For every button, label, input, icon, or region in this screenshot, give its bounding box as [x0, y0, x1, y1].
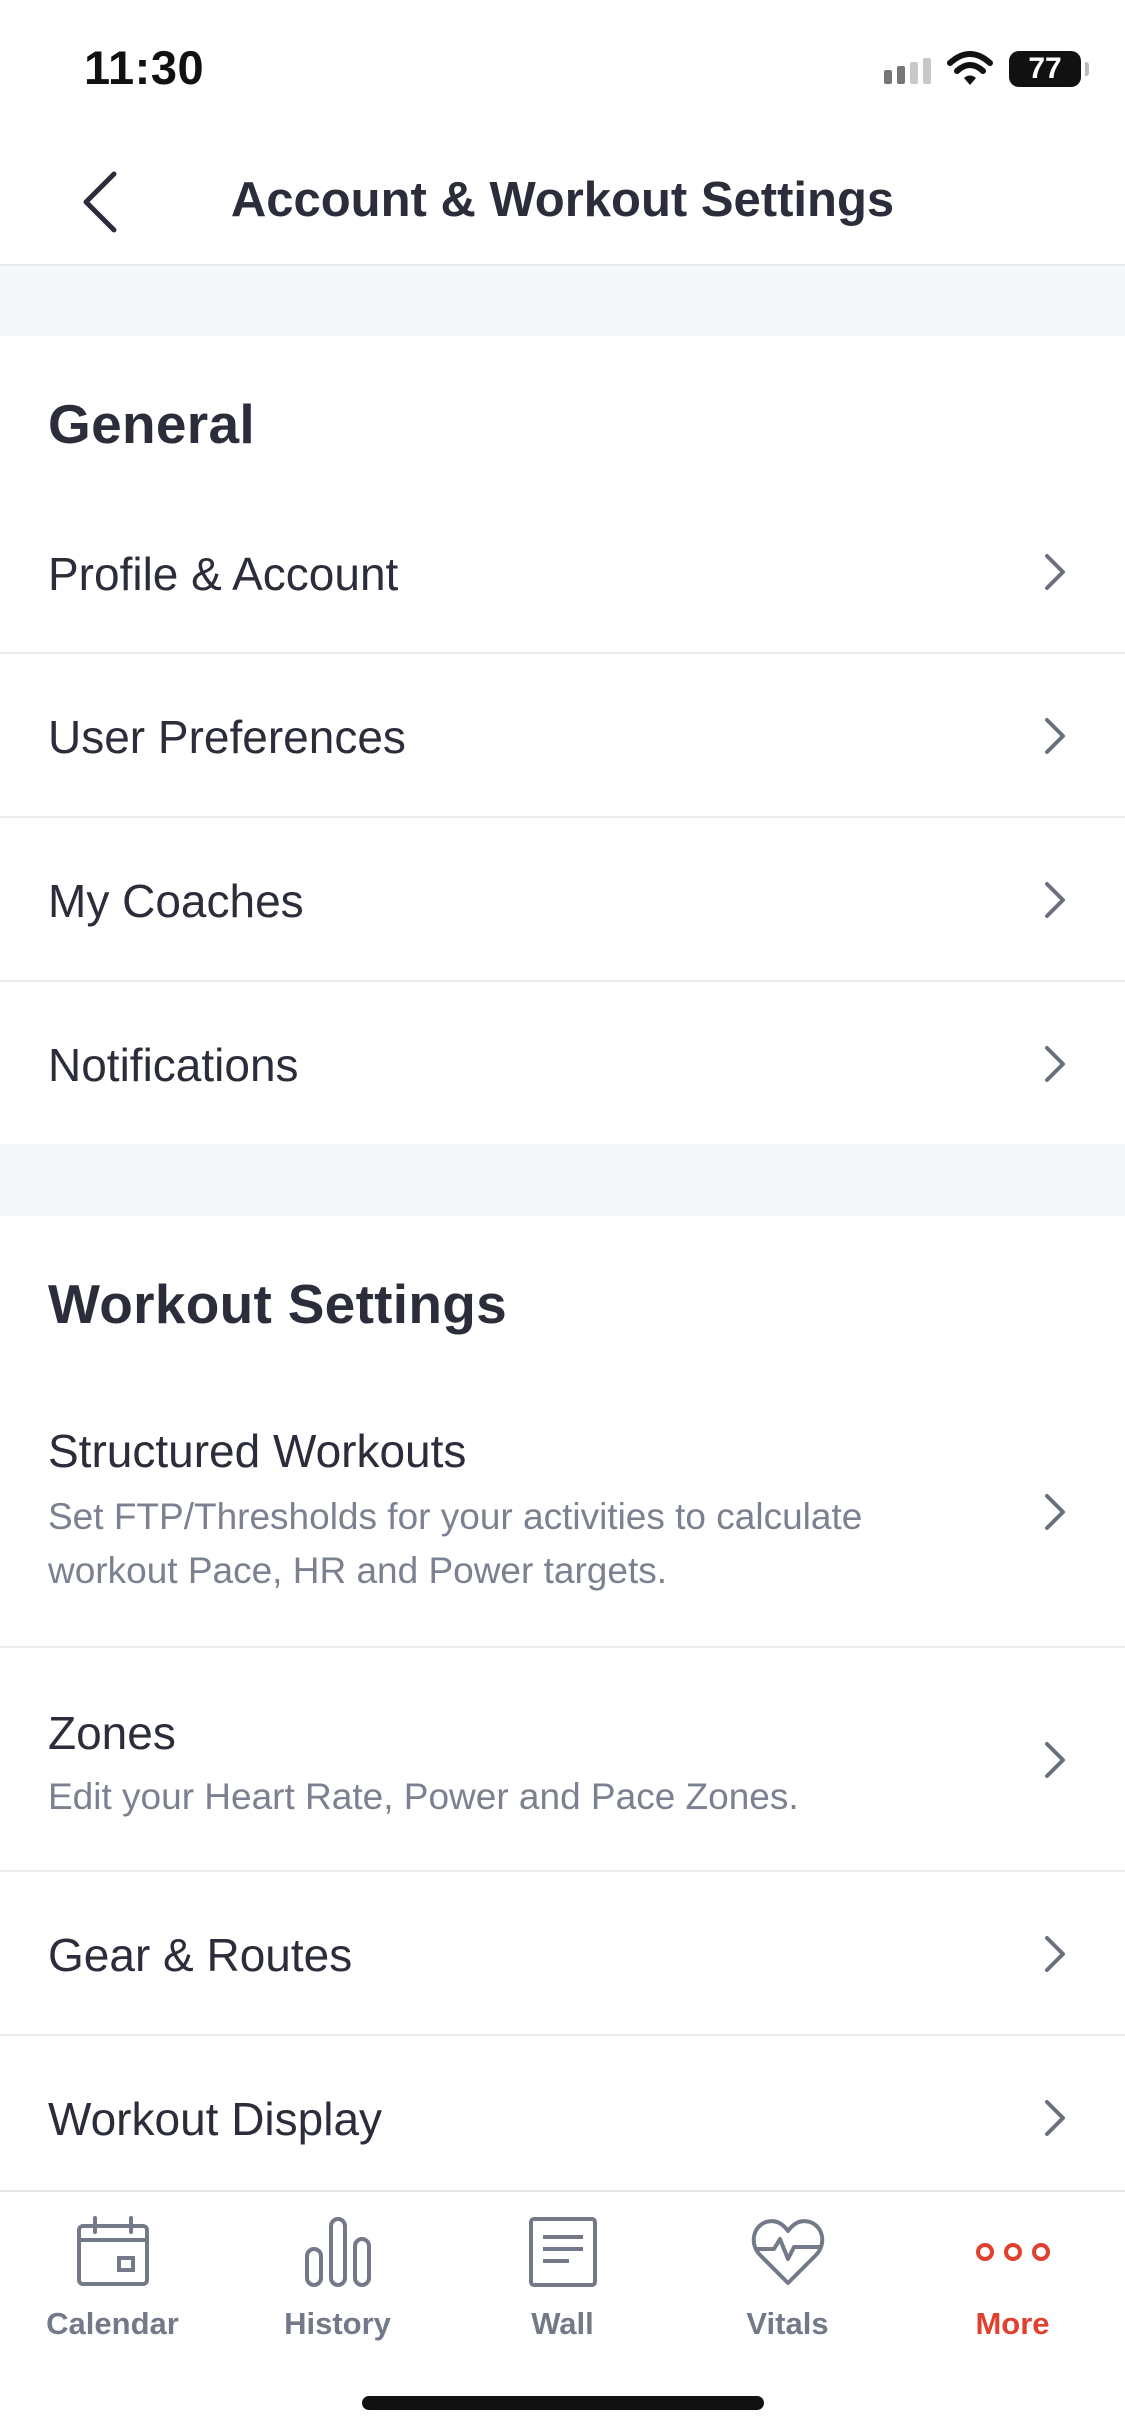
settings-item-label: Structured Workouts [48, 1425, 467, 1477]
home-indicator [362, 2396, 764, 2410]
tab-vitals[interactable]: Vitals [675, 2214, 900, 2354]
settings-item-structured-workouts[interactable]: Structured Workouts Set FTP/Thresholds f… [0, 1380, 1125, 1648]
bar-chart-icon [304, 2217, 371, 2287]
tab-more[interactable]: More [900, 2214, 1125, 2354]
chevron-right-icon [1045, 882, 1065, 918]
settings-item-subtitle: Edit your Heart Rate, Power and Pace Zon… [48, 1776, 799, 1817]
tab-wall[interactable]: Wall [450, 2214, 675, 2354]
battery-level: 77 [1028, 52, 1062, 85]
tab-label: Vitals [746, 2306, 829, 2341]
settings-item-subtitle: Set FTP/Thresholds for your activities t… [48, 1496, 863, 1591]
settings-item-label: Profile & Account [48, 548, 399, 600]
heart-pulse-icon [751, 2219, 824, 2285]
settings-item-gear-routes[interactable]: Gear & Routes [0, 1872, 1125, 2036]
cellular-signal-icon [884, 54, 931, 84]
wall-icon [528, 2217, 597, 2287]
tab-label: Calendar [46, 2306, 179, 2341]
settings-item-label: User Preferences [48, 711, 406, 763]
chevron-right-icon [1045, 718, 1065, 754]
section-title-workout-settings: Workout Settings [48, 1273, 508, 1335]
section-gap [0, 1144, 1125, 1216]
section-title-general: General [48, 393, 255, 455]
status-bar: 11:30 77 [0, 0, 1125, 132]
chevron-right-icon [1045, 2100, 1065, 2136]
page-title: Account & Workout Settings [230, 173, 895, 227]
nav-header: Account & Workout Settings [0, 132, 1125, 266]
settings-item-zones[interactable]: Zones Edit your Heart Rate, Power and Pa… [0, 1648, 1125, 1872]
battery-icon: 77 [1009, 51, 1089, 87]
calendar-icon [76, 2216, 149, 2286]
settings-item-my-coaches[interactable]: My Coaches [0, 818, 1125, 982]
tab-label: Wall [531, 2306, 594, 2341]
chevron-right-icon [1045, 1742, 1065, 1778]
chevron-right-icon [1045, 1494, 1065, 1530]
wifi-icon [947, 51, 993, 85]
chevron-right-icon [1045, 554, 1065, 590]
settings-item-label: Zones [48, 1707, 176, 1759]
section-gap [0, 266, 1125, 336]
chevron-right-icon [1045, 1936, 1065, 1972]
settings-item-label: Notifications [48, 1039, 299, 1091]
status-time: 11:30 [84, 41, 205, 94]
status-icons: 77 [884, 48, 1089, 90]
settings-item-label: My Coaches [48, 875, 304, 927]
tab-label: More [975, 2306, 1050, 2341]
tab-history[interactable]: History [225, 2214, 450, 2354]
tab-calendar[interactable]: Calendar [0, 2214, 225, 2354]
settings-item-user-preferences[interactable]: User Preferences [0, 654, 1125, 818]
settings-item-label: Gear & Routes [48, 1929, 353, 1981]
settings-item-notifications[interactable]: Notifications [0, 982, 1125, 1144]
more-dots-icon [975, 2243, 1050, 2261]
chevron-right-icon [1045, 1046, 1065, 1082]
settings-item-label: Workout Display [48, 2093, 383, 2145]
settings-item-workout-display[interactable]: Workout Display [0, 2036, 1125, 2190]
settings-item-profile-account[interactable]: Profile & Account [0, 492, 1125, 654]
tab-label: History [284, 2306, 391, 2341]
